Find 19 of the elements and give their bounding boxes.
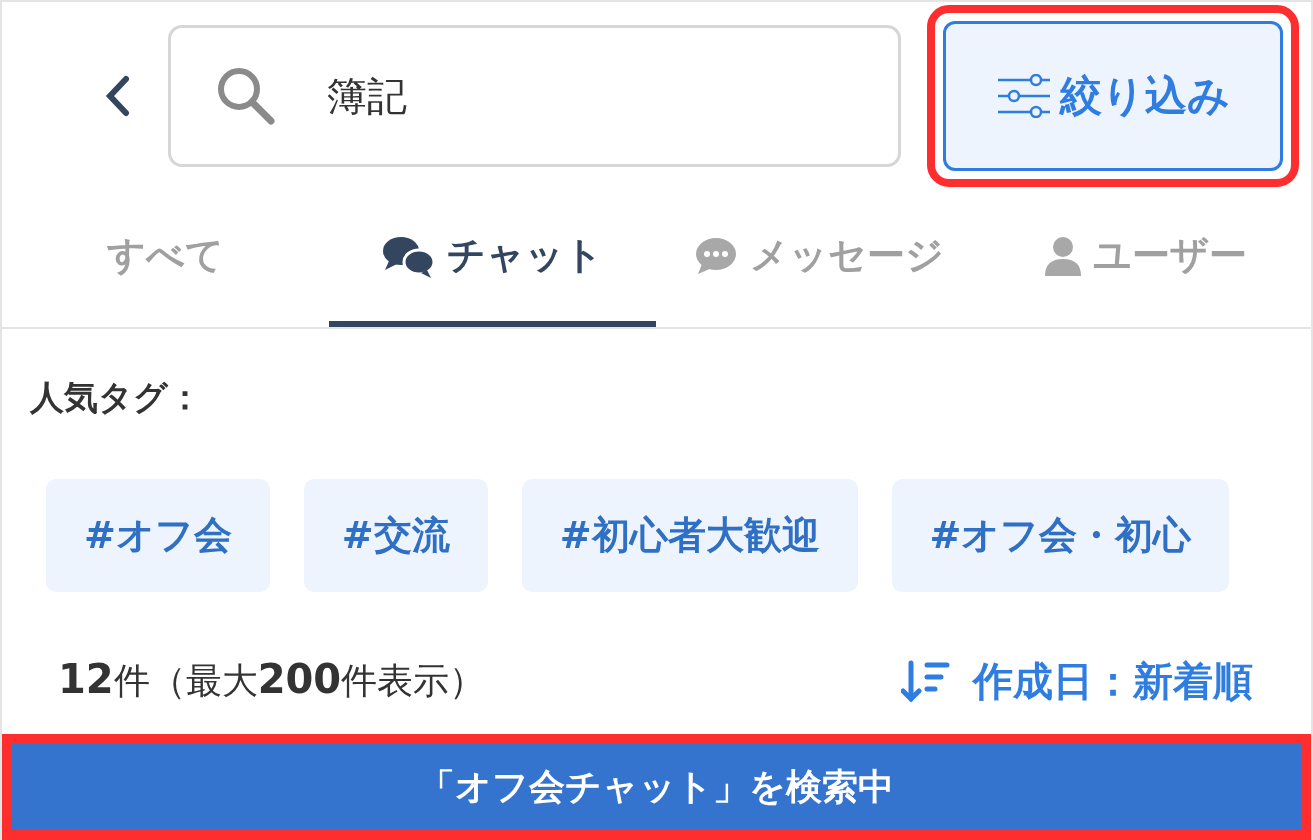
filter-button[interactable]: 絞り込み (943, 21, 1283, 171)
search-field[interactable]: 簿記 (168, 25, 901, 167)
speech-bubble-icon (693, 235, 738, 276)
user-icon (1044, 235, 1081, 276)
result-count: 12件（最大200件表示） (58, 656, 486, 704)
tag-chip[interactable]: #オフ会 (46, 479, 270, 592)
tag-chip[interactable]: #初心者大歓迎 (521, 479, 858, 592)
tag-chip[interactable]: #オフ会・初心 (891, 479, 1230, 592)
tab[interactable]: ユーザー (982, 190, 1309, 327)
sort-button[interactable]: 作成日：新着順 (901, 653, 1253, 709)
search-icon (215, 65, 277, 127)
tab[interactable]: すべて (2, 190, 329, 327)
tab[interactable]: チャット (328, 190, 656, 327)
tag-chip[interactable]: #交流 (303, 479, 488, 592)
section-title: 人気タグ： (29, 376, 203, 419)
status-banner: 「オフ会チャット」を検索中 (2, 734, 1311, 840)
tab[interactable]: メッセージ (655, 190, 983, 327)
sort-descending-icon (901, 659, 951, 703)
sliders-icon (996, 74, 1052, 118)
